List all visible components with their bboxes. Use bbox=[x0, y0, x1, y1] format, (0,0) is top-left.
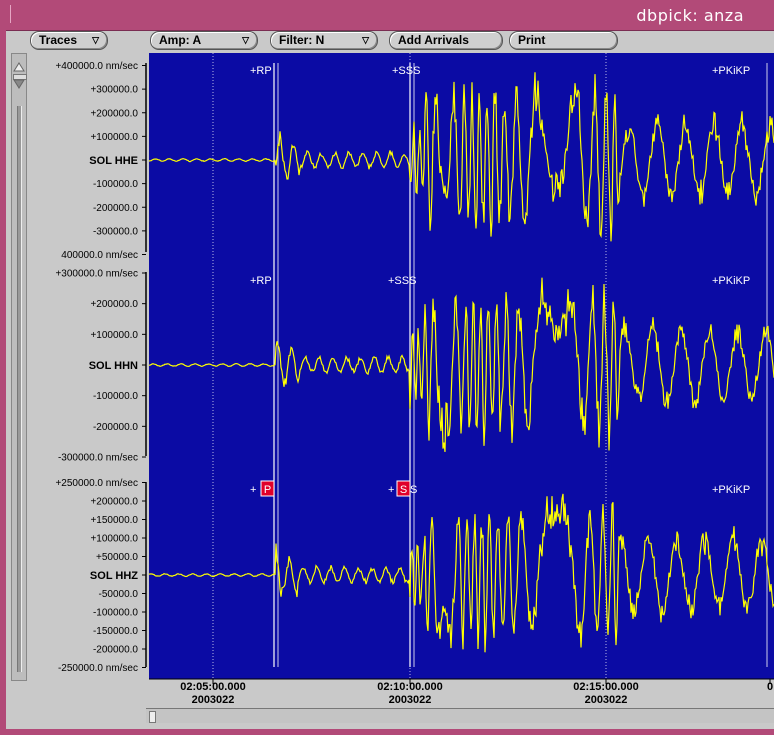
phase-label[interactable]: + bbox=[250, 484, 256, 496]
date-tick-label: 2003022 bbox=[585, 694, 628, 706]
station-channel-label: SOL HHN bbox=[89, 360, 138, 372]
amplitude-tick-label: -300000.0 nm/sec bbox=[58, 453, 138, 464]
time-tick-label: 02:10:00.000 bbox=[377, 681, 442, 693]
amplitude-tick-label: -150000.0 bbox=[93, 626, 138, 637]
dbpick-window: dbpick: anza Traces ▽ Amp: A ▽ Filter: N… bbox=[0, 0, 774, 735]
seismogram-plot[interactable]: +400000.0 nm/sec +300000.0 +200000.0 +10000… bbox=[0, 0, 774, 735]
phase-label[interactable]: +RP bbox=[250, 65, 272, 77]
horizontal-scrollbar[interactable] bbox=[146, 708, 774, 723]
phase-label[interactable]: S bbox=[410, 484, 417, 496]
amplitude-tick-label: +150000.0 bbox=[90, 515, 138, 526]
amplitude-tick-label: -100000.0 bbox=[93, 608, 138, 619]
picked-phase-label[interactable]: P bbox=[264, 484, 271, 496]
amplitude-tick-label: -100000.0 bbox=[93, 391, 138, 402]
amplitude-tick-label: +50000.0 bbox=[96, 552, 138, 563]
date-tick-label: 2003022 bbox=[192, 694, 235, 706]
amplitude-tick-label: -200000.0 bbox=[93, 203, 138, 214]
amplitude-tick-label: -300000.0 bbox=[93, 226, 138, 237]
amplitude-tick-label: +200000.0 bbox=[90, 299, 138, 310]
phase-label[interactable]: +PKiKP bbox=[712, 65, 750, 77]
amplitude-tick-label: +300000.0 nm/sec bbox=[55, 269, 138, 280]
time-tick-label: 02:05:00.000 bbox=[180, 681, 245, 693]
phase-label[interactable]: +PKiKP bbox=[712, 275, 750, 287]
amplitude-tick-label: +250000.0 nm/sec bbox=[55, 478, 138, 489]
time-axis: 02:05:00.000200302202:10:00.000200302202… bbox=[149, 678, 774, 706]
station-channel-label: SOL HHE bbox=[89, 155, 138, 167]
amplitude-tick-label: -100000.0 bbox=[93, 179, 138, 190]
date-tick-label: 2003022 bbox=[389, 694, 432, 706]
phase-label[interactable]: + bbox=[388, 484, 394, 496]
phase-label[interactable]: +SSS bbox=[388, 275, 416, 287]
amplitude-tick-label: +200000.0 bbox=[90, 108, 138, 119]
amplitude-tick-label: 400000.0 nm/sec bbox=[61, 250, 138, 261]
picked-phase-label[interactable]: S bbox=[400, 484, 407, 496]
amplitude-tick-label: -200000.0 bbox=[93, 422, 138, 433]
amplitude-tick-label: +200000.0 bbox=[90, 497, 138, 508]
amplitude-tick-label: -200000.0 bbox=[93, 645, 138, 656]
horizontal-scroll-thumb[interactable] bbox=[149, 711, 156, 723]
phase-label[interactable]: +PKiKP bbox=[712, 484, 750, 496]
amplitude-tick-label: +100000.0 bbox=[90, 534, 138, 545]
phase-label[interactable]: +SSS bbox=[392, 65, 420, 77]
window-frame-bottom bbox=[0, 729, 774, 735]
time-tick-label: 0 bbox=[767, 681, 773, 693]
amplitude-tick-label: -250000.0 nm/sec bbox=[58, 663, 138, 674]
amplitude-axes: +400000.0 nm/sec +300000.0 +200000.0 +10000… bbox=[55, 61, 147, 674]
amplitude-tick-label: +100000.0 bbox=[90, 330, 138, 341]
station-channel-label: SOL HHZ bbox=[90, 570, 138, 582]
time-tick-label: 02:15:00.000 bbox=[573, 681, 638, 693]
amplitude-tick-label: +100000.0 bbox=[90, 132, 138, 143]
phase-label[interactable]: +RP bbox=[250, 275, 272, 287]
amplitude-tick-label: +400000.0 nm/sec bbox=[55, 61, 138, 72]
amplitude-tick-label: -50000.0 bbox=[99, 589, 139, 600]
amplitude-tick-label: +300000.0 bbox=[90, 85, 138, 96]
